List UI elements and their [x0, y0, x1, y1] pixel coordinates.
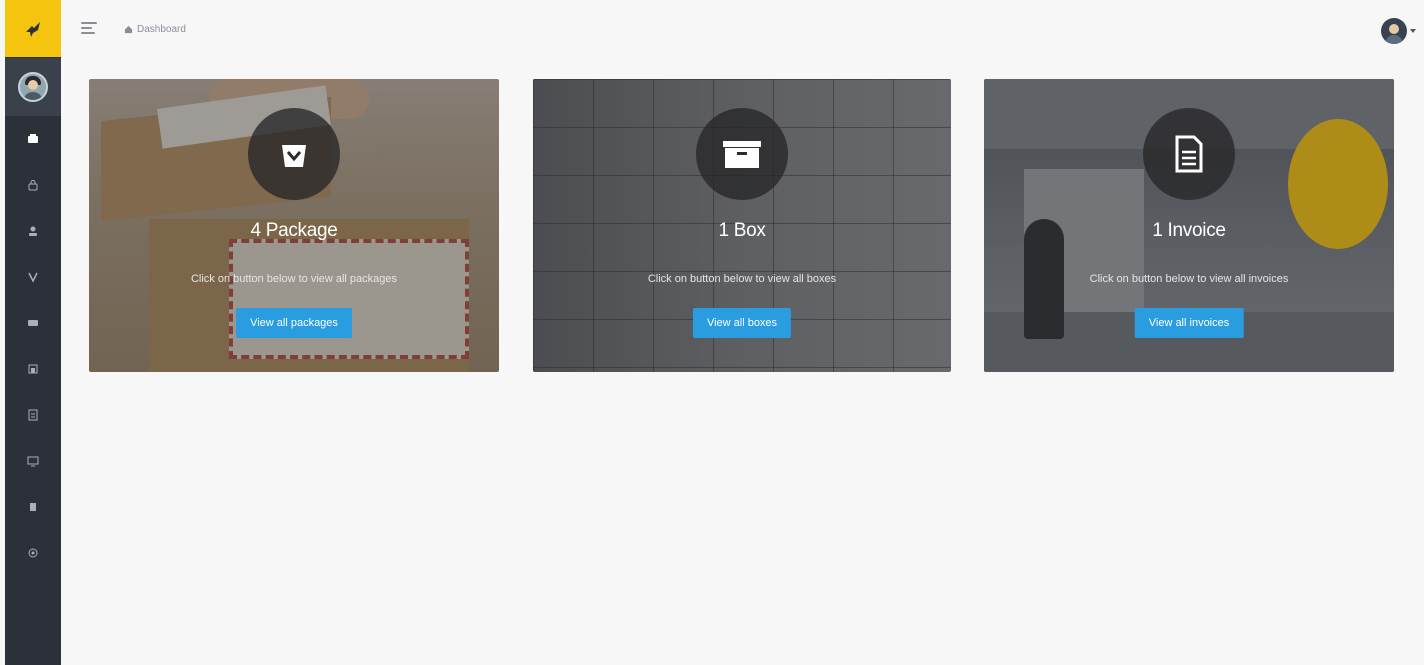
bag-icon — [282, 145, 306, 167]
user-menu-button[interactable] — [1381, 18, 1416, 44]
sidebar-item-monitor[interactable] — [5, 438, 61, 484]
sidebar-item-shipments[interactable] — [5, 254, 61, 300]
view-all-boxes-button[interactable]: View all boxes — [692, 308, 792, 338]
card-title: 1 Invoice — [1152, 220, 1226, 241]
view-all-invoices-button[interactable]: View all invoices — [1134, 308, 1244, 338]
card-title: 4 Package — [250, 220, 338, 241]
card-description: Click on button below to view all packag… — [190, 273, 398, 285]
box-icon — [723, 141, 761, 168]
chevron-down-icon — [1410, 29, 1416, 33]
sidebar-item-security[interactable] — [5, 162, 61, 208]
invoices-card: 1 Invoice Click on button below to view … — [984, 79, 1394, 372]
card-icon — [248, 108, 340, 200]
view-all-packages-button[interactable]: View all packages — [236, 308, 352, 338]
sidebar-item-reports[interactable] — [5, 392, 61, 438]
boxes-card: 1 Box Click on button below to view all … — [533, 79, 951, 372]
avatar — [1381, 18, 1407, 44]
box-icon — [28, 134, 38, 143]
sidebar-item-settings[interactable] — [5, 530, 61, 576]
sidebar-item-users[interactable] — [5, 208, 61, 254]
sidebar-item-notes[interactable] — [5, 484, 61, 530]
card-title: 1 Box — [718, 220, 766, 241]
card-icon — [1143, 108, 1235, 200]
packages-card: 4 Package Click on button below to view … — [89, 79, 499, 372]
card-description: Click on button below to view all boxes — [647, 273, 837, 285]
sidebar-nav — [5, 116, 61, 576]
breadcrumb: Dashboard — [124, 24, 186, 35]
menu-toggle-button[interactable] — [81, 22, 97, 36]
note-icon — [30, 503, 36, 511]
document-icon — [1175, 135, 1203, 173]
package-icon — [28, 272, 38, 283]
sidebar-item-store[interactable] — [5, 346, 61, 392]
sidebar-item-mail[interactable] — [5, 300, 61, 346]
settings-icon — [28, 548, 38, 558]
lock-icon — [28, 180, 38, 191]
store-icon — [28, 364, 38, 374]
card-description: Click on button below to view all invoic… — [1089, 273, 1289, 285]
sidebar-item-packages[interactable] — [5, 116, 61, 162]
logo[interactable] — [5, 0, 61, 57]
user-icon — [29, 226, 37, 236]
breadcrumb-label[interactable]: Dashboard — [137, 24, 186, 35]
sidebar — [5, 0, 61, 665]
avatar — [18, 72, 48, 102]
card-icon — [696, 108, 788, 200]
logo-icon — [26, 21, 40, 37]
home-icon — [124, 25, 133, 34]
report-icon — [28, 409, 38, 421]
monitor-icon — [27, 456, 39, 467]
mail-icon — [28, 320, 38, 326]
sidebar-avatar[interactable] — [5, 58, 61, 116]
topbar: Dashboard — [61, 0, 1424, 60]
